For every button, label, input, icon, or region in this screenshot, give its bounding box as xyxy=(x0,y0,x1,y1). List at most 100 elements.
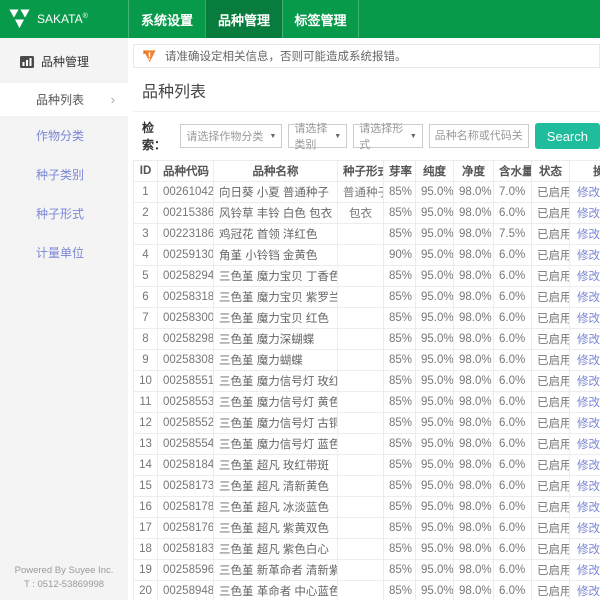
table-cell: 85% xyxy=(384,518,416,539)
table-cell: 已启用 xyxy=(532,371,570,392)
table-cell: 三色堇 魔力宝贝 紫罗兰色 xyxy=(214,287,338,308)
edit-link[interactable]: 修改 xyxy=(577,397,600,409)
table-row: 100261042向日葵 小夏 普通种子普通种子85%95.0%98.0%7.0… xyxy=(134,182,600,203)
table-cell: 00258294 xyxy=(158,266,214,287)
edit-link[interactable]: 修改 xyxy=(577,229,600,241)
table-cell: 9 xyxy=(134,350,158,371)
table-row: 600258318三色堇 魔力宝贝 紫罗兰色85%95.0%98.0%6.0%已… xyxy=(134,287,600,308)
table-cell xyxy=(338,392,384,413)
edit-link[interactable]: 修改 xyxy=(577,523,600,535)
edit-link[interactable]: 修改 xyxy=(577,439,600,451)
keyword-input[interactable] xyxy=(429,124,529,148)
table-cell: 85% xyxy=(384,224,416,245)
table-cell: 三色堇 魔力信号灯 蓝色 xyxy=(214,434,338,455)
table-cell: 三色堇 魔力信号灯 玫红色 xyxy=(214,371,338,392)
sidebar-item-variety-list[interactable]: 品种列表 › xyxy=(0,83,128,116)
table-cell: 三色堇 革命者 中心蓝色 xyxy=(214,581,338,600)
table-cell: 18 xyxy=(134,539,158,560)
table-cell xyxy=(338,413,384,434)
operations-cell: 修改|禁用 xyxy=(570,371,600,392)
table-cell: 已启用 xyxy=(532,182,570,203)
edit-link[interactable]: 修改 xyxy=(577,376,600,388)
edit-link[interactable]: 修改 xyxy=(577,250,600,262)
table-cell: 已启用 xyxy=(532,203,570,224)
edit-link[interactable]: 修改 xyxy=(577,460,600,472)
table-cell: 85% xyxy=(384,287,416,308)
table-cell xyxy=(338,539,384,560)
sidebar-link[interactable]: 种子类别 xyxy=(0,155,128,194)
edit-link[interactable]: 修改 xyxy=(577,565,600,577)
table-cell: 三色堇 魔力蝴蝶 xyxy=(214,350,338,371)
table-cell: 98.0% xyxy=(454,539,494,560)
edit-link[interactable]: 修改 xyxy=(577,271,600,283)
edit-link[interactable]: 修改 xyxy=(577,502,600,514)
clover-logo-icon xyxy=(7,8,32,31)
table-cell: 6.0% xyxy=(494,329,532,350)
filter-bar: 检索： 请选择作物分类▼请选择类别▼请选择形式▼ Search xyxy=(133,112,600,160)
edit-link[interactable]: 修改 xyxy=(577,313,600,325)
table-cell: 98.0% xyxy=(454,434,494,455)
sidebar-link[interactable]: 作物分类 xyxy=(0,116,128,155)
table-cell: 95.0% xyxy=(416,518,454,539)
table-cell: 10 xyxy=(134,371,158,392)
table-cell: 00258553 xyxy=(158,392,214,413)
edit-link[interactable]: 修改 xyxy=(577,187,600,199)
search-button[interactable]: Search xyxy=(535,123,600,149)
table-cell: 95.0% xyxy=(416,203,454,224)
page-title: 品种列表 xyxy=(133,68,600,112)
operations-cell: 修改|禁用 xyxy=(570,245,600,266)
table-cell: 98.0% xyxy=(454,413,494,434)
table-cell: 已启用 xyxy=(532,392,570,413)
sidebar-link[interactable]: 种子形式 xyxy=(0,194,128,233)
table-cell: 85% xyxy=(384,434,416,455)
table-cell: 6.0% xyxy=(494,539,532,560)
edit-link[interactable]: 修改 xyxy=(577,292,600,304)
nav-tab[interactable]: 品种管理 xyxy=(205,0,282,38)
edit-link[interactable]: 修改 xyxy=(577,418,600,430)
column-header: 种子形式 xyxy=(338,161,384,182)
table-cell: 95.0% xyxy=(416,539,454,560)
table-cell: 6.0% xyxy=(494,392,532,413)
table-cell: 角堇 小铃铛 金黄色 xyxy=(214,245,338,266)
brand-name: SAKATA® xyxy=(37,12,88,26)
edit-link[interactable]: 修改 xyxy=(577,334,600,346)
table-cell xyxy=(338,371,384,392)
filter-select[interactable]: 请选择类别▼ xyxy=(288,124,347,148)
table-cell: 普通种子 xyxy=(338,182,384,203)
table-row: 1200258552三色堇 魔力信号灯 古铜色85%95.0%98.0%6.0%… xyxy=(134,413,600,434)
edit-link[interactable]: 修改 xyxy=(577,481,600,493)
table-cell: 98.0% xyxy=(454,308,494,329)
table-cell xyxy=(338,476,384,497)
table-cell: 6.0% xyxy=(494,476,532,497)
table-cell: 95.0% xyxy=(416,266,454,287)
table-cell: 已启用 xyxy=(532,308,570,329)
column-header: ID xyxy=(134,161,158,182)
column-header: 净度 xyxy=(454,161,494,182)
sidebar-link[interactable]: 计量单位 xyxy=(0,233,128,272)
nav-tab[interactable]: 系统设置 xyxy=(128,0,205,38)
edit-link[interactable]: 修改 xyxy=(577,586,600,598)
nav-tab[interactable]: 标签管理 xyxy=(282,0,359,38)
edit-link[interactable]: 修改 xyxy=(577,355,600,367)
edit-link[interactable]: 修改 xyxy=(577,208,600,220)
table-cell: 三色堇 超凡 清新黄色 xyxy=(214,476,338,497)
table-cell: 00258173 xyxy=(158,476,214,497)
table-header-row: ID品种代码品种名称种子形式芽率纯度净度含水量状态操作 xyxy=(134,161,600,182)
search-label: 检索： xyxy=(142,119,174,153)
operations-cell: 修改|禁用 xyxy=(570,329,600,350)
filter-select[interactable]: 请选择形式▼ xyxy=(353,124,423,148)
table-cell: 95.0% xyxy=(416,224,454,245)
table-cell: 17 xyxy=(134,518,158,539)
table-cell: 3 xyxy=(134,224,158,245)
table-cell: 00258300 xyxy=(158,308,214,329)
table-cell: 包衣 xyxy=(338,203,384,224)
filter-select[interactable]: 请选择作物分类▼ xyxy=(180,124,282,148)
table-cell: 98.0% xyxy=(454,371,494,392)
edit-link[interactable]: 修改 xyxy=(577,544,600,556)
table-cell: 已启用 xyxy=(532,539,570,560)
registered-mark: ® xyxy=(83,13,88,20)
table-row: 1300258554三色堇 魔力信号灯 蓝色85%95.0%98.0%6.0%已… xyxy=(134,434,600,455)
table-body: 100261042向日葵 小夏 普通种子普通种子85%95.0%98.0%7.0… xyxy=(134,182,600,600)
sidebar-section-header: 品种管理 xyxy=(0,38,128,83)
alert-text: 请准确设定相关信息，否则可能造成系统报错。 xyxy=(165,48,407,64)
